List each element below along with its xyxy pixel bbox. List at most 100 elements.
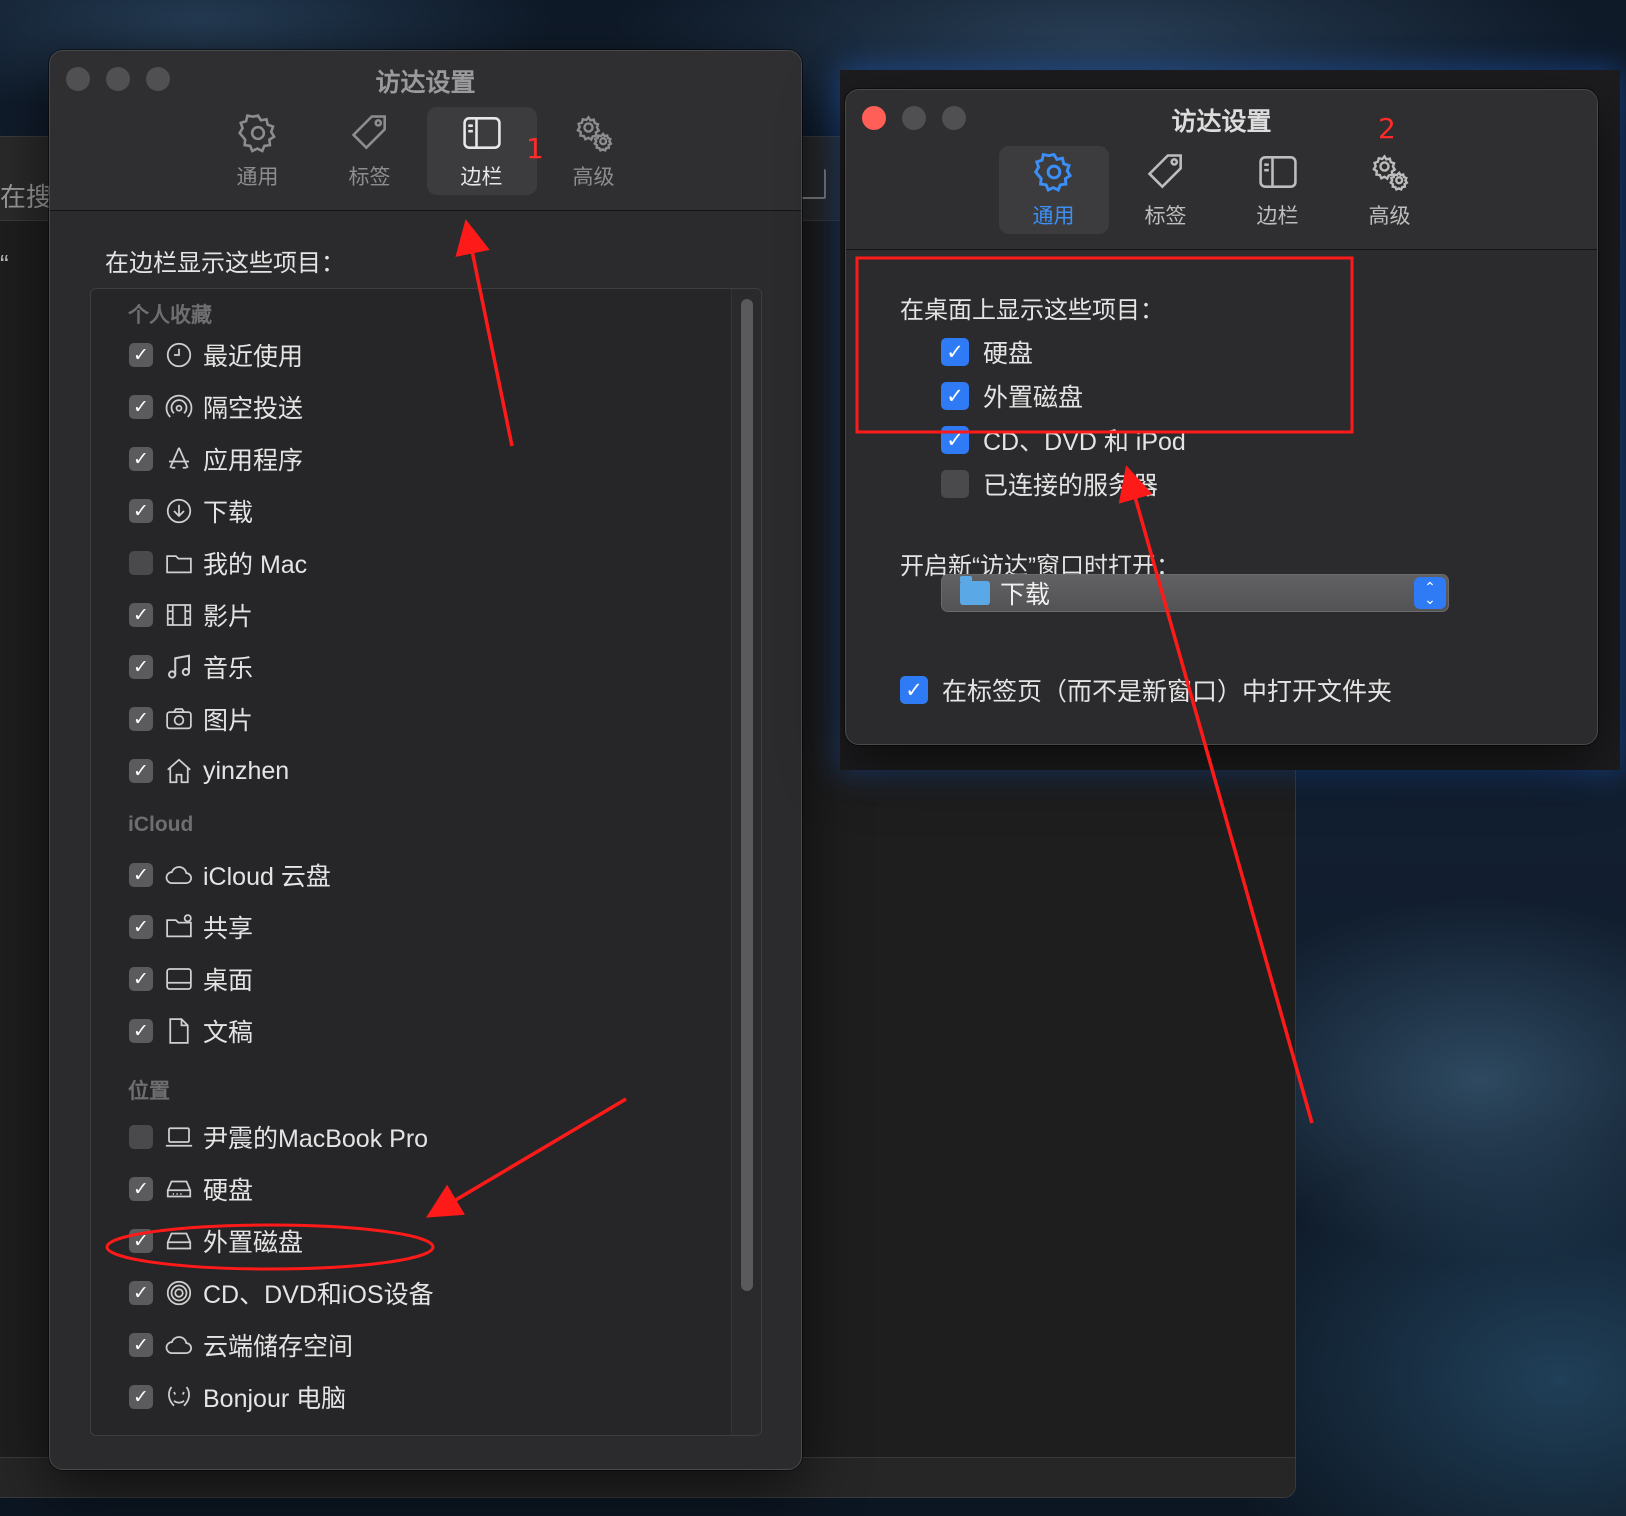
scrollbar[interactable] [731, 289, 761, 1435]
checkbox[interactable]: ✓ [941, 426, 969, 454]
list-item[interactable]: ✓ Bonjour 电脑 [129, 1377, 346, 1417]
finder-settings-window-general: 访达设置 通用 标签 边栏 高级 在桌面上显示这些项目： ✓ 硬盘 ✓ 外置磁盘… [845, 89, 1598, 745]
list-item[interactable]: ✓ iCloud 云盘 [129, 855, 331, 895]
checkbox[interactable]: ✓ [129, 655, 153, 679]
checkbox[interactable]: ✓ [129, 603, 153, 627]
tab-label: 高级 [1368, 205, 1411, 228]
titlebar: 访达设置 通用 标签 边栏 高级 [50, 51, 801, 211]
checkbox[interactable]: ✓ [941, 382, 969, 410]
desktop-item-cd-dvd-ipod[interactable]: ✓ CD、DVD 和 iPod [941, 422, 1186, 458]
titlebar: 访达设置 通用 标签 边栏 高级 [846, 90, 1597, 250]
checkbox[interactable] [129, 1125, 153, 1149]
list-item[interactable]: ✓ 桌面 [129, 959, 253, 999]
checkbox[interactable]: ✓ [941, 338, 969, 366]
checkbox[interactable]: ✓ [129, 1385, 153, 1409]
document-icon [163, 1015, 195, 1047]
item-label: 图片 [203, 707, 254, 735]
new-window-location-select[interactable]: 下载 ⌃ ⌄ [941, 574, 1449, 612]
item-label: iCloud 云盘 [203, 863, 331, 891]
item-label: 隔空投送 [203, 395, 304, 423]
item-label: 硬盘 [203, 1177, 254, 1205]
tab-label: 高级 [572, 166, 615, 189]
tab-sidebar[interactable]: 边栏 [426, 107, 537, 195]
group-title-locations: 位置 [128, 1080, 170, 1103]
share-icon[interactable] [800, 169, 826, 199]
airdrop-icon [163, 391, 195, 423]
checkbox[interactable]: ✓ [129, 759, 153, 783]
item-label: CD、DVD 和 iPod [983, 428, 1186, 456]
item-label: 影片 [203, 603, 254, 631]
gears-icon [575, 115, 613, 152]
checkbox[interactable]: ✓ [129, 1281, 153, 1305]
list-item[interactable]: ✓ 影片 [129, 595, 253, 635]
tab-general[interactable]: 通用 [203, 107, 313, 195]
desktop-item-hard-disk[interactable]: ✓ 硬盘 [941, 334, 1033, 370]
home-icon [163, 755, 195, 787]
item-label: 我的 Mac [203, 551, 308, 579]
checkbox[interactable]: ✓ [129, 915, 153, 939]
checkbox[interactable]: ✓ [129, 1229, 153, 1253]
item-label: 共享 [203, 915, 254, 943]
tab-advanced[interactable]: 高级 [1335, 146, 1445, 234]
list-item[interactable]: ✓ 外置磁盘 [129, 1221, 303, 1261]
checkbox[interactable]: ✓ [129, 967, 153, 991]
tag-icon [351, 115, 386, 150]
list-item[interactable]: 我的 Mac [129, 543, 307, 583]
checkbox[interactable] [129, 551, 153, 575]
desktop-icon [163, 963, 195, 995]
finder-settings-window-sidebar: 访达设置 通用 标签 边栏 高级 在边栏显示这些项目： 个人收藏 ✓ 最近使用 … [49, 50, 802, 1470]
item-label: 下载 [203, 499, 254, 527]
annotation-number-2: 2 [1378, 112, 1396, 145]
list-item[interactable]: ✓ 共享 [129, 907, 253, 947]
open-in-tabs-option[interactable]: ✓ 在标签页（而不是新窗口）中打开文件夹 [900, 672, 1392, 708]
list-item[interactable]: ✓ 应用程序 [129, 439, 303, 479]
tab-general[interactable]: 通用 [998, 146, 1109, 234]
sidebar-items-list[interactable]: 个人收藏 ✓ 最近使用 ✓ 隔空投送 ✓ 应用程序 ✓ 下载 我的 Mac ✓ [90, 288, 762, 1436]
checkbox[interactable]: ✓ [129, 863, 153, 887]
checkbox[interactable]: ✓ [129, 707, 153, 731]
list-item[interactable]: ✓ 图片 [129, 699, 253, 739]
item-label: 在标签页（而不是新窗口）中打开文件夹 [942, 678, 1393, 706]
checkbox[interactable] [941, 470, 969, 498]
tab-advanced[interactable]: 高级 [539, 107, 649, 195]
item-label: 文稿 [203, 1019, 254, 1047]
settings-tabs: 通用 标签 边栏 高级 [50, 107, 801, 195]
checkbox[interactable]: ✓ [129, 1177, 153, 1201]
folder-icon [163, 547, 195, 579]
list-item[interactable]: ✓ CD、DVD和iOS设备 [129, 1273, 434, 1313]
list-item[interactable]: ✓ 文稿 [129, 1011, 253, 1051]
checkbox[interactable]: ✓ [129, 1019, 153, 1043]
list-item[interactable]: ✓ 隔空投送 [129, 387, 303, 427]
tab-label: 边栏 [1256, 205, 1299, 228]
tab-tags[interactable]: 标签 [315, 107, 425, 195]
group-title-favorites: 个人收藏 [128, 304, 212, 327]
item-label: Bonjour 电脑 [203, 1385, 347, 1413]
item-label: 外置磁盘 [203, 1229, 304, 1257]
tab-label: 标签 [348, 166, 391, 189]
list-item[interactable]: ✓ 硬盘 [129, 1169, 253, 1209]
checkbox[interactable]: ✓ [129, 447, 153, 471]
tab-tags[interactable]: 标签 [1111, 146, 1221, 234]
search-hint-text: 在搜 [0, 182, 53, 212]
desktop-item-external-disk[interactable]: ✓ 外置磁盘 [941, 378, 1083, 414]
checkbox[interactable]: ✓ [900, 676, 928, 704]
checkbox[interactable]: ✓ [129, 395, 153, 419]
list-item[interactable]: ✓ 音乐 [129, 647, 253, 687]
checkbox[interactable]: ✓ [129, 1333, 153, 1357]
item-label: 最近使用 [203, 343, 304, 371]
list-item[interactable]: ✓ 下载 [129, 491, 253, 531]
gear-icon [237, 114, 276, 153]
desktop-item-connected-servers[interactable]: 已连接的服务器 [941, 466, 1158, 502]
list-item[interactable]: 尹震的MacBook Pro [129, 1117, 428, 1157]
window-title: 访达设置 [1171, 108, 1272, 136]
tab-sidebar[interactable]: 边栏 [1223, 146, 1333, 234]
sidebar-section-label: 在边栏显示这些项目： [105, 250, 345, 277]
list-item[interactable]: ✓ yinzhen [129, 751, 289, 791]
checkbox[interactable]: ✓ [129, 343, 153, 367]
scrollbar-thumb[interactable] [741, 299, 753, 1291]
item-label: 应用程序 [203, 447, 304, 475]
list-item[interactable]: ✓ 云端储存空间 [129, 1325, 353, 1365]
checkbox[interactable]: ✓ [129, 499, 153, 523]
item-label: 音乐 [203, 655, 254, 683]
list-item[interactable]: ✓ 最近使用 [129, 335, 303, 375]
